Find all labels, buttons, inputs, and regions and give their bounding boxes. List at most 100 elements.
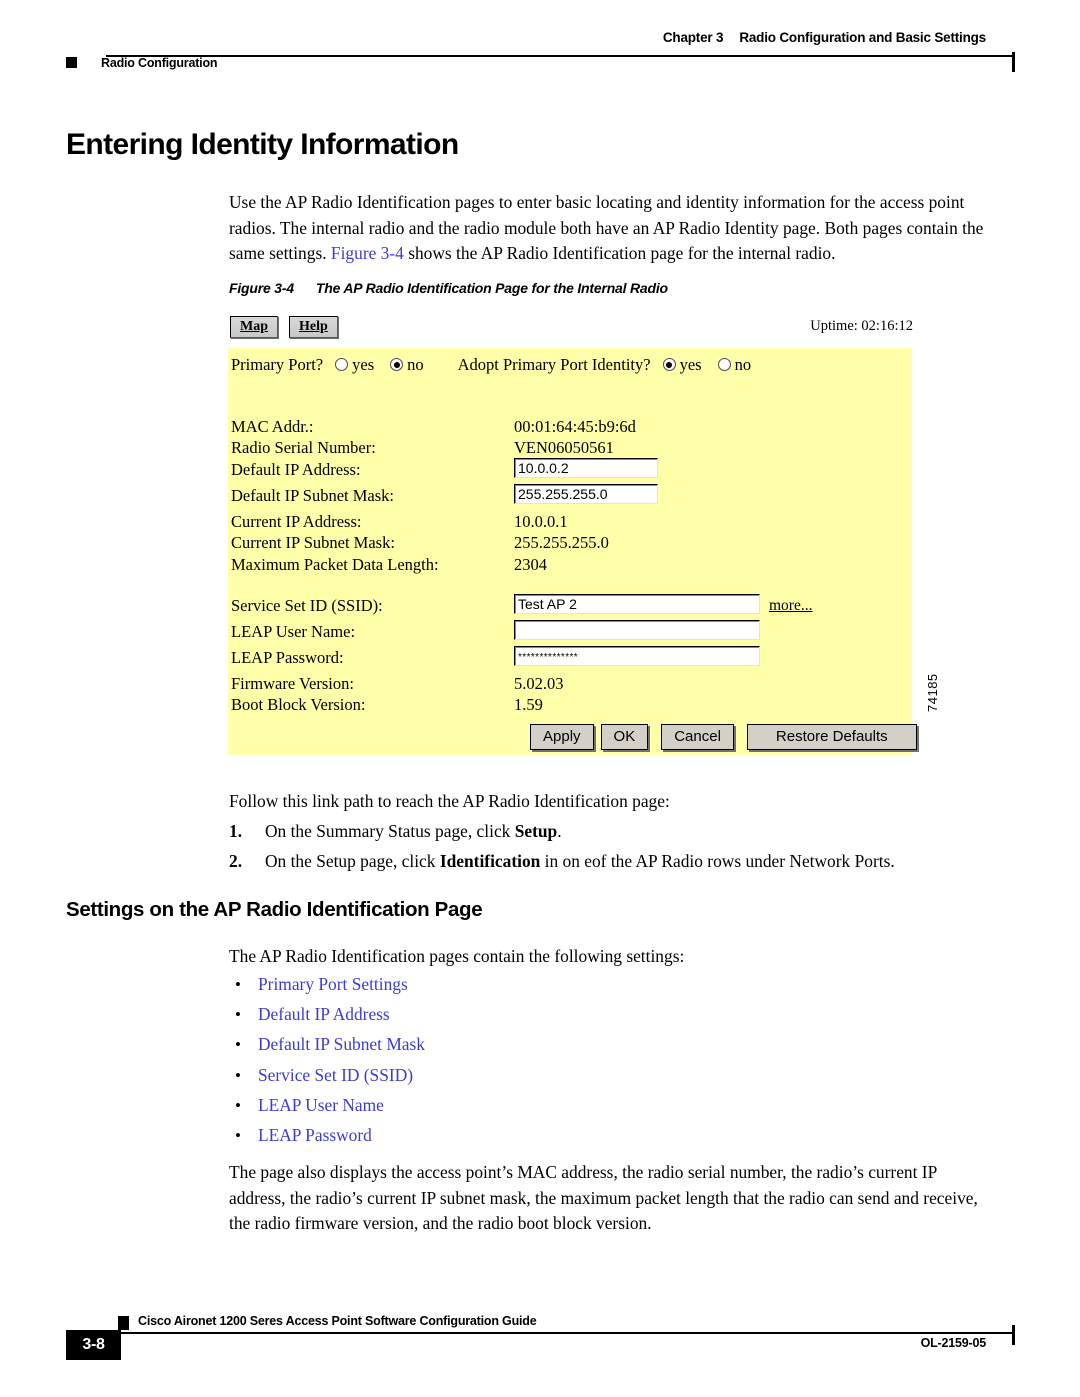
bullet-link-primary-port-settings[interactable]: Primary Port Settings	[258, 974, 408, 995]
field-row-firmware: Firmware Version: 5.02.03	[231, 674, 909, 695]
ssid-input[interactable]: Test AP 2	[514, 593, 760, 614]
settings-panel: Primary Port? yes no Adopt Primary Port Ide…	[228, 348, 912, 755]
primary-port-yes-option[interactable]: yes	[335, 355, 374, 374]
leap-user-name-input[interactable]	[514, 619, 760, 640]
figure-id-number: 74185	[925, 673, 940, 712]
footer-guide-title: Cisco Aironet 1200 Seres Access Point So…	[138, 1314, 537, 1328]
current-subnet-mask-label: Current IP Subnet Mask:	[231, 533, 395, 553]
help-button[interactable]: Help	[289, 316, 338, 338]
footer-rule	[118, 1332, 1014, 1334]
uptime-label: Uptime: 02:16:12	[810, 318, 913, 334]
list-item[interactable]: • LEAP User Name	[229, 1095, 929, 1125]
field-row-leap-password: LEAP Password: **************	[231, 645, 909, 674]
list-item[interactable]: • LEAP Password	[229, 1125, 929, 1155]
bullet-link-leap-user-name[interactable]: LEAP User Name	[258, 1095, 384, 1116]
footer-end-bar	[1012, 1325, 1015, 1345]
mac-addr-value: 00:01:64:45:b9:6d	[514, 417, 636, 436]
figure-caption-text: The AP Radio Identification Page for the…	[315, 280, 668, 296]
figure-cross-reference-link[interactable]: Figure 3-4	[331, 243, 404, 263]
page-number-badge: 3-8	[66, 1330, 121, 1360]
field-row-mac-addr: MAC Addr.: 00:01:64:45:b9:6d	[231, 417, 909, 438]
screenshot-toolbar: Map Help	[230, 316, 345, 342]
step-1-number: 1.	[229, 821, 243, 841]
section-title: Settings on the AP Radio Identification …	[66, 898, 483, 921]
boot-block-version-value: 1.59	[514, 695, 543, 715]
radio-selected-icon[interactable]	[662, 358, 676, 371]
field-row-ssid: Service Set ID (SSID): Test AP 2 more...	[231, 593, 909, 622]
step-item-2: 2. On the Setup page, click Identificati…	[229, 849, 989, 874]
bullet-link-default-ip-address[interactable]: Default IP Address	[258, 1004, 390, 1025]
page-footer: Cisco Aironet 1200 Seres Access Point So…	[66, 1300, 1015, 1360]
intro-paragraph: Use the AP Radio Identification pages to…	[229, 190, 989, 267]
default-ip-input[interactable]: 10.0.0.2	[514, 457, 658, 478]
bullet-dot-icon: •	[235, 1005, 241, 1025]
primary-port-no-label: no	[407, 355, 424, 374]
adopt-identity-yes-option[interactable]: yes	[662, 355, 702, 374]
current-subnet-mask-value: 255.255.255.0	[514, 533, 609, 553]
adopt-identity-yes-label: yes	[679, 355, 702, 374]
figure-caption-number: Figure 3-4	[229, 280, 294, 296]
settings-field-list: MAC Addr.: 00:01:64:45:b9:6d Radio Seria…	[231, 417, 909, 717]
leap-password-label: LEAP Password:	[231, 647, 344, 667]
ssid-more-link[interactable]: more...	[769, 597, 812, 615]
page-header: Chapter 3 Radio Configuration and Basic S…	[66, 30, 1015, 82]
header-topic: Radio Configuration	[101, 56, 218, 70]
settings-intro-paragraph: The AP Radio Identification pages contai…	[229, 946, 685, 966]
radio-serial-label: Radio Serial Number:	[231, 438, 376, 458]
firmware-version-value: 5.02.03	[514, 673, 564, 693]
field-row-default-mask: Default IP Subnet Mask: 255.255.255.0	[231, 483, 909, 512]
list-item[interactable]: • Default IP Subnet Mask	[229, 1034, 929, 1064]
settings-bullet-list: • Primary Port Settings • Default IP Addre…	[229, 974, 929, 1155]
ssid-label: Service Set ID (SSID):	[231, 595, 383, 615]
radio-unselected-icon[interactable]	[335, 358, 349, 371]
field-row-leap-user: LEAP User Name:	[231, 619, 909, 648]
header-bullet-square-icon	[66, 57, 77, 68]
primary-port-yes-label: yes	[352, 355, 375, 374]
ap-radio-identification-screenshot: Map Help Uptime: 02:16:12 Primary Port? y…	[228, 312, 917, 762]
radio-selected-icon[interactable]	[390, 358, 404, 371]
apply-button[interactable]: Apply	[530, 724, 594, 750]
cancel-button[interactable]: Cancel	[661, 724, 734, 750]
step-1-pre: On the Summary Status page, click	[265, 821, 515, 841]
header-end-bar	[1012, 52, 1015, 72]
boot-block-version-label: Boot Block Version:	[231, 695, 366, 715]
list-item[interactable]: • Service Set ID (SSID)	[229, 1065, 929, 1095]
intro-part-2: shows the AP Radio Identification page f…	[403, 243, 836, 263]
list-item[interactable]: • Primary Port Settings	[229, 974, 929, 1004]
adopt-identity-no-label: no	[734, 355, 752, 374]
page-title: Entering Identity Information	[66, 128, 459, 161]
radio-unselected-icon[interactable]	[717, 358, 731, 371]
leap-password-input[interactable]: **************	[514, 645, 760, 666]
field-group-spacer	[231, 576, 909, 596]
adopt-identity-no-option[interactable]: no	[717, 355, 752, 374]
field-row-current-mask: Current IP Subnet Mask: 255.255.255.0	[231, 533, 909, 554]
ok-button[interactable]: OK	[600, 724, 649, 750]
primary-port-no-option[interactable]: no	[390, 355, 424, 374]
header-chapter-number: Chapter 3	[662, 30, 724, 45]
default-subnet-mask-label: Default IP Subnet Mask:	[231, 485, 394, 505]
header-chapter-label: Chapter 3 Radio Configuration and Basic S…	[663, 30, 986, 45]
current-ip-value: 10.0.0.1	[514, 511, 568, 531]
bullet-dot-icon: •	[235, 1035, 241, 1055]
list-item[interactable]: • Default IP Address	[229, 1004, 929, 1034]
primary-port-label: Primary Port?	[231, 355, 324, 374]
figure-caption: Figure 3-4 The AP Radio Identification Pa…	[229, 280, 668, 296]
default-subnet-mask-input[interactable]: 255.255.255.0	[514, 483, 658, 504]
mac-addr-label: MAC Addr.:	[231, 417, 314, 436]
primary-port-row: Primary Port? yes no Adopt Primary Port Ide…	[231, 355, 767, 375]
current-ip-label: Current IP Address:	[231, 511, 362, 531]
step-item-1: 1. On the Summary Status page, click Set…	[229, 819, 989, 844]
step-1-bold: Setup	[514, 821, 558, 841]
restore-defaults-button[interactable]: Restore Defaults	[746, 724, 917, 750]
bullet-link-leap-password[interactable]: LEAP Password	[258, 1125, 372, 1146]
closing-paragraph: The page also displays the access point’…	[229, 1162, 978, 1233]
field-row-radio-serial: Radio Serial Number: VEN06050561	[231, 438, 909, 459]
footer-bullet-square-icon	[118, 1316, 129, 1330]
bullet-link-service-set-id[interactable]: Service Set ID (SSID)	[258, 1065, 413, 1086]
bullet-link-default-ip-subnet-mask[interactable]: Default IP Subnet Mask	[258, 1034, 425, 1055]
header-rule	[106, 55, 1014, 57]
map-button[interactable]: Map	[230, 316, 278, 338]
step-2-pre: On the Setup page, click	[265, 851, 440, 871]
header-chapter-title: Radio Configuration and Basic Settings	[739, 30, 986, 45]
bullet-dot-icon: •	[235, 975, 241, 994]
